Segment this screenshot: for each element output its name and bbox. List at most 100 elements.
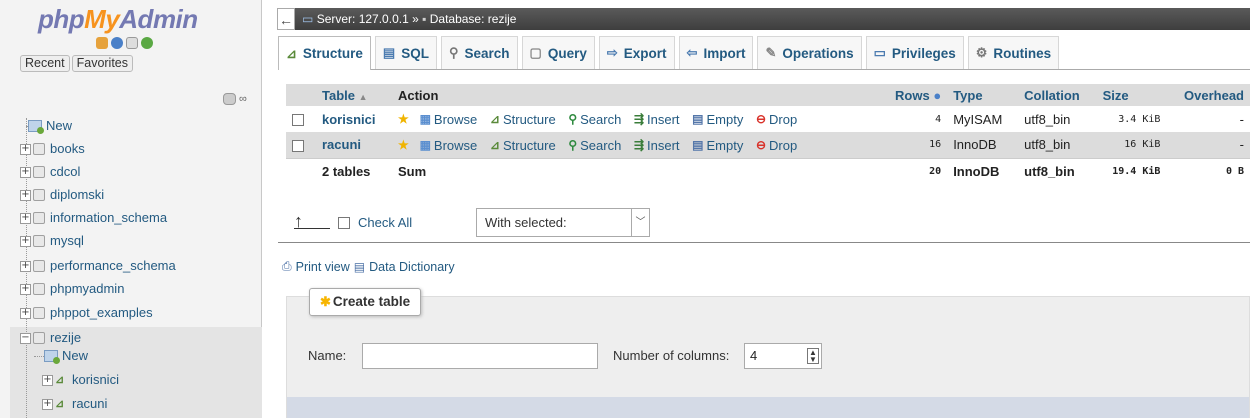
tree-controls: ∞ [223, 93, 247, 105]
drop-action[interactable]: ⊖ Drop [756, 112, 797, 127]
expand-icon[interactable]: + [20, 235, 31, 247]
search-action[interactable]: ⚲ Search [568, 138, 621, 153]
action-label: Search [580, 111, 622, 127]
favorites-tab[interactable]: Favorites [71, 55, 134, 72]
insert-action[interactable]: ⇶ Insert [634, 138, 680, 153]
table-name-link[interactable]: racuni [316, 132, 392, 158]
favorite-star-icon[interactable]: ★ [398, 138, 409, 152]
create-table-legend: ✱ Create table [309, 288, 422, 316]
tree-item-mysql[interactable]: + mysql [20, 230, 84, 252]
row-checkbox-cell [286, 106, 316, 132]
header-type[interactable]: Type [947, 84, 1019, 106]
search-action[interactable]: ⚲ Search [568, 112, 621, 127]
drop-icon: ⊖ [755, 112, 767, 127]
help-icon[interactable]: ● [933, 88, 941, 103]
check-all-label[interactable]: Check All [358, 215, 412, 230]
link-icon[interactable]: ∞ [239, 93, 247, 105]
row-checkbox[interactable] [292, 139, 304, 152]
tab-sql[interactable]: ▤ SQL [374, 36, 437, 69]
collapse-icon[interactable]: − [20, 332, 31, 344]
tree-item-performance-schema[interactable]: + performance_schema [20, 255, 176, 277]
expand-icon[interactable]: + [20, 212, 31, 224]
empty-action[interactable]: ▤ Empty [692, 112, 743, 127]
expand-icon[interactable]: + [20, 189, 31, 201]
header-overhead[interactable]: Overhead [1166, 84, 1250, 106]
table-name-input[interactable] [362, 343, 598, 369]
tree-item-books[interactable]: + books [20, 138, 85, 160]
reload-icon[interactable] [141, 37, 153, 49]
action-label: Structure [502, 111, 556, 127]
phpmyadmin-logo[interactable]: phpMyAdmin [38, 4, 198, 35]
tree-item-information-schema[interactable]: + information_schema [20, 207, 167, 229]
fieldset-footer [287, 397, 1249, 418]
tree-item-rezije-new[interactable]: New [34, 345, 88, 367]
spinner-icon[interactable]: ▲ ▼ [807, 348, 819, 364]
collapse-all-icon[interactable] [223, 93, 236, 105]
database-icon [33, 143, 45, 155]
tab-label: Query [547, 45, 587, 61]
tab-routines[interactable]: ⚙ Routines [967, 36, 1060, 69]
header-size[interactable]: Size [1096, 84, 1167, 106]
tab-privileges[interactable]: ▭ Privileges [865, 36, 964, 69]
tab-structure[interactable]: ⊿ Structure [278, 36, 371, 70]
structure-action[interactable]: ⊿ Structure [490, 138, 556, 153]
tab-operations[interactable]: ✎ Operations [757, 36, 862, 69]
collation: utf8_bin [1018, 132, 1097, 158]
insert-action[interactable]: ⇶ Insert [634, 112, 680, 127]
structure-action[interactable]: ⊿ Structure [490, 112, 556, 127]
docs-icon[interactable] [126, 37, 138, 49]
data-dictionary-link[interactable]: Data Dictionary [369, 260, 454, 274]
tree-item-label: mysql [50, 233, 84, 248]
row-checkbox-cell [286, 132, 316, 158]
check-all-checkbox[interactable] [338, 216, 350, 229]
tree-item-cdcol[interactable]: + cdcol [20, 161, 80, 183]
expand-icon[interactable]: + [20, 283, 31, 295]
browse-action[interactable]: ▦ Browse [420, 112, 478, 127]
tree-item-diplomski[interactable]: + diplomski [20, 184, 104, 206]
header-rows[interactable]: Rows ● [879, 84, 948, 106]
breadcrumb-server[interactable]: Server: 127.0.0.1 [317, 12, 409, 26]
browse-action[interactable]: ▦ Browse [420, 138, 478, 153]
expand-icon[interactable]: + [20, 166, 31, 178]
back-arrow-icon[interactable]: ← [277, 8, 295, 30]
drop-action[interactable]: ⊖ Drop [756, 138, 797, 153]
tab-search[interactable]: ⚲ Search [440, 36, 518, 69]
empty-action[interactable]: ▤ Empty [692, 138, 743, 153]
new-table-icon [44, 350, 60, 364]
dropdown-value: With selected: [485, 215, 567, 230]
breadcrumb-database[interactable]: Database: rezije [430, 12, 517, 26]
tab-query[interactable]: ▢ Query [521, 36, 595, 69]
with-selected-dropdown[interactable]: With selected: ﹀ [476, 208, 650, 237]
num-columns-input[interactable]: 4 ▲ ▼ [744, 343, 822, 369]
print-view-link[interactable]: Print view [296, 260, 350, 274]
tree-item-new[interactable]: New [20, 115, 72, 137]
size[interactable]: 16 KiB [1096, 132, 1167, 158]
favorite-star-icon[interactable]: ★ [398, 112, 409, 126]
header-table[interactable]: Table ▲ [316, 84, 392, 106]
expand-icon[interactable]: + [20, 260, 31, 272]
table-row: racuni ★ ▦ Browse ⊿ Structure ⚲ Search ⇶ Ins… [286, 132, 1250, 158]
tab-export[interactable]: ⇨ Export [598, 36, 675, 69]
expand-icon[interactable]: + [20, 307, 31, 319]
home-icon[interactable] [96, 37, 108, 49]
server-icon: ▭ [302, 12, 314, 26]
tab-import[interactable]: ⇦ Import [678, 36, 754, 69]
num-columns-label: Number of columns: [613, 348, 730, 363]
help-icon[interactable] [111, 37, 123, 49]
row-checkbox[interactable] [292, 114, 304, 127]
tree-item-phppot-examples[interactable]: + phppot_examples [20, 302, 153, 324]
expand-icon[interactable]: + [42, 374, 53, 386]
tree-item-racuni[interactable]: + ⊿ racuni [42, 393, 107, 415]
header-collation[interactable]: Collation [1018, 84, 1097, 106]
tree-item-phpmyadmin[interactable]: + phpmyadmin [20, 278, 124, 300]
tree-item-korisnici[interactable]: + ⊿ korisnici [42, 369, 119, 391]
tab-label: Operations [782, 45, 854, 61]
expand-icon[interactable]: + [42, 398, 53, 410]
table-row: korisnici ★ ▦ Browse ⊿ Structure ⚲ Search ⇶… [286, 106, 1250, 132]
recent-tab[interactable]: Recent [20, 55, 70, 72]
print-links: ⎙ Print view ▤ Data Dictionary [282, 259, 455, 274]
insert-icon: ⇶ [633, 138, 645, 152]
size[interactable]: 3.4 KiB [1096, 106, 1167, 132]
expand-icon[interactable]: + [20, 143, 31, 155]
table-name-link[interactable]: korisnici [316, 106, 392, 132]
